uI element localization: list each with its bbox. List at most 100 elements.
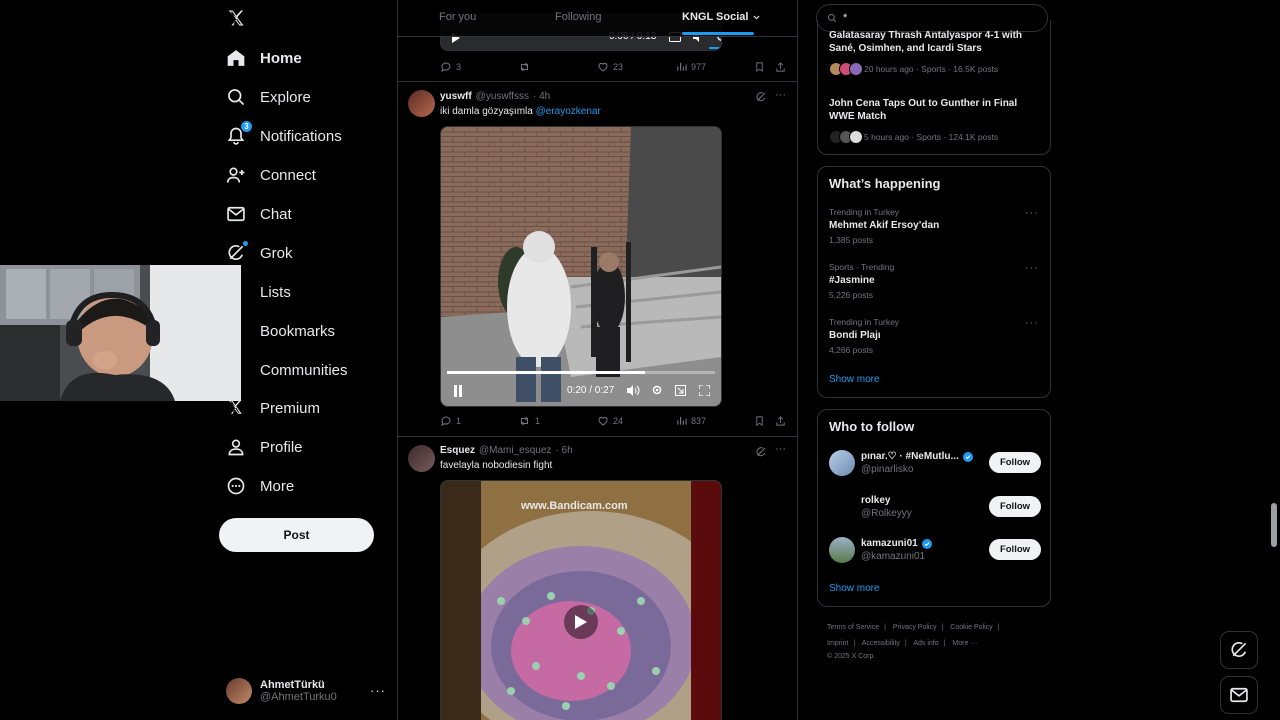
pip-icon[interactable] (675, 385, 686, 396)
nav-home[interactable]: Home (226, 43, 302, 73)
x-logo-icon[interactable] (226, 8, 246, 28)
nav-profile[interactable]: Profile (226, 432, 303, 462)
verified-badge-icon (962, 451, 973, 462)
show-more-link[interactable]: Show more (829, 374, 880, 385)
heart-icon (598, 416, 608, 426)
video-frame (441, 481, 721, 720)
suggestion-handle[interactable]: @Rolkeyyy (861, 508, 912, 519)
tab-kngl-social[interactable]: KNGL Social (682, 11, 761, 23)
suggestion-name-text: rolkey (861, 495, 891, 506)
footer-link[interactable]: More ··· (952, 640, 977, 647)
footer-link[interactable]: Accessibility (862, 640, 900, 647)
follow-button[interactable]: Follow (989, 496, 1041, 517)
more-horizontal-icon[interactable]: ··· (370, 683, 386, 698)
settings-icon[interactable] (651, 384, 663, 396)
footer-link[interactable]: Terms of Service (827, 624, 879, 631)
volume-icon[interactable] (627, 385, 640, 396)
views-count: 977 (691, 61, 707, 72)
follow-suggestion[interactable]: kamazuni01 @kamazuni01 Follow (829, 537, 1041, 567)
follow-suggestion[interactable]: rolkey @Rolkeyyy Follow (829, 494, 1041, 524)
tab-following[interactable]: Following (555, 11, 601, 23)
nav-communities[interactable]: Communities (226, 355, 348, 385)
timeline: For you Following KNGL Social 0:06 / 0:1… (397, 0, 798, 720)
footer-link[interactable]: Imprint (827, 640, 848, 647)
nav-explore[interactable]: Explore (226, 82, 311, 112)
repost-button[interactable] (518, 61, 531, 73)
share-icon[interactable] (775, 415, 786, 427)
trend-name[interactable]: #Jasmine (829, 275, 875, 286)
grok-icon[interactable] (755, 91, 767, 103)
bookmark-icon[interactable] (754, 61, 765, 73)
trend-name[interactable]: Mehmet Akif Ersoy’dan (829, 220, 939, 231)
nav-grok[interactable]: Grok (226, 238, 293, 268)
views-button[interactable]: 837 (676, 415, 706, 426)
more-horizontal-icon[interactable]: ··· (1025, 207, 1039, 219)
more-horizontal-icon[interactable]: ··· (775, 89, 786, 101)
messages-fab[interactable] (1220, 676, 1258, 714)
nav-more[interactable]: More (226, 471, 294, 501)
account-switcher[interactable]: AhmetTürkü @AhmetTurku0 ··· (226, 674, 386, 708)
reply-icon (441, 62, 451, 73)
show-more-link[interactable]: Show more (829, 583, 880, 594)
like-button[interactable]: 23 (597, 61, 623, 73)
suggestion-handle[interactable]: @pinarlisko (861, 464, 913, 475)
follow-button[interactable]: Follow (989, 452, 1041, 473)
fullscreen-icon[interactable] (699, 385, 710, 396)
avatar[interactable] (408, 445, 435, 472)
video-player[interactable]: 0:20 / 0:27 (440, 126, 722, 407)
news-item-title[interactable]: John Cena Taps Out to Gunther in Final W… (829, 97, 1044, 123)
reply-count: 3 (456, 62, 462, 72)
grok-icon[interactable] (755, 446, 767, 458)
nav-bookmarks[interactable]: Bookmarks (226, 316, 335, 346)
footer-link[interactable]: Ads info (913, 640, 938, 647)
video-player[interactable]: www.Bandicam.com (440, 480, 722, 720)
grok-fab[interactable] (1220, 631, 1258, 669)
news-item-title[interactable]: Galatasaray Thrash Antalyaspor 4-1 with … (829, 29, 1044, 55)
suggestion-handle[interactable]: @kamazuni01 (861, 551, 925, 562)
reply-button[interactable]: 1 (440, 415, 461, 427)
suggestion-name[interactable]: pınar.♡ · #NeMutlu... (861, 451, 973, 462)
avatar[interactable] (829, 537, 855, 563)
tweet-author-handle[interactable]: @yuswffsss (476, 91, 529, 102)
like-button[interactable]: 24 (597, 415, 623, 427)
follow-button[interactable]: Follow (989, 539, 1041, 560)
repost-button[interactable]: 1 (518, 415, 540, 427)
avatar[interactable] (829, 494, 855, 520)
tab-for-you[interactable]: For you (439, 11, 476, 23)
trend-name[interactable]: Bondi Plajı (829, 330, 881, 341)
tweet-author-name[interactable]: Esquez (440, 445, 475, 456)
more-horizontal-icon[interactable]: ··· (1025, 317, 1039, 329)
suggestion-name[interactable]: rolkey (861, 495, 890, 506)
tweet-author-handle[interactable]: @Mami_esquez (479, 445, 551, 456)
page-scrollbar[interactable] (1271, 503, 1277, 547)
footer-link[interactable]: Privacy Policy (893, 624, 937, 631)
views-icon (677, 62, 687, 71)
share-icon[interactable] (775, 61, 786, 73)
nav-connect[interactable]: Connect (226, 160, 316, 190)
suggestion-name[interactable]: kamazuni01 (861, 538, 932, 549)
video-progress-track[interactable] (447, 371, 715, 374)
mention-link[interactable]: @erayozkenar (536, 106, 601, 117)
mail-icon (226, 204, 246, 224)
nav-notifications[interactable]: 3 Notifications (226, 121, 342, 151)
bookmark-icon[interactable] (754, 415, 765, 427)
tweet-time[interactable]: · 4h (533, 91, 550, 102)
more-horizontal-icon[interactable]: ··· (775, 443, 786, 455)
follow-suggestion[interactable]: pınar.♡ · #NeMutlu... @pinarlisko Follow (829, 450, 1041, 480)
footer-link[interactable]: Cookie Policy (950, 624, 992, 631)
more-horizontal-icon[interactable]: ··· (1025, 262, 1039, 274)
tweet-time[interactable]: · 6h (555, 445, 572, 456)
avatar[interactable] (408, 90, 435, 117)
reply-icon (441, 416, 451, 427)
views-button[interactable]: 977 (676, 61, 706, 72)
reply-count: 1 (456, 416, 462, 426)
reply-button[interactable]: 3 (440, 61, 461, 73)
nav-chat[interactable]: Chat (226, 199, 292, 229)
play-icon (575, 615, 587, 629)
post-button[interactable]: Post (219, 518, 374, 552)
tweet-author-name[interactable]: yuswff (440, 91, 472, 102)
avatar[interactable] (829, 450, 855, 476)
tweet-text: iki damla gözyaşımla @erayozkenar (440, 106, 601, 117)
pause-icon[interactable] (453, 385, 463, 397)
play-button[interactable] (564, 605, 598, 639)
